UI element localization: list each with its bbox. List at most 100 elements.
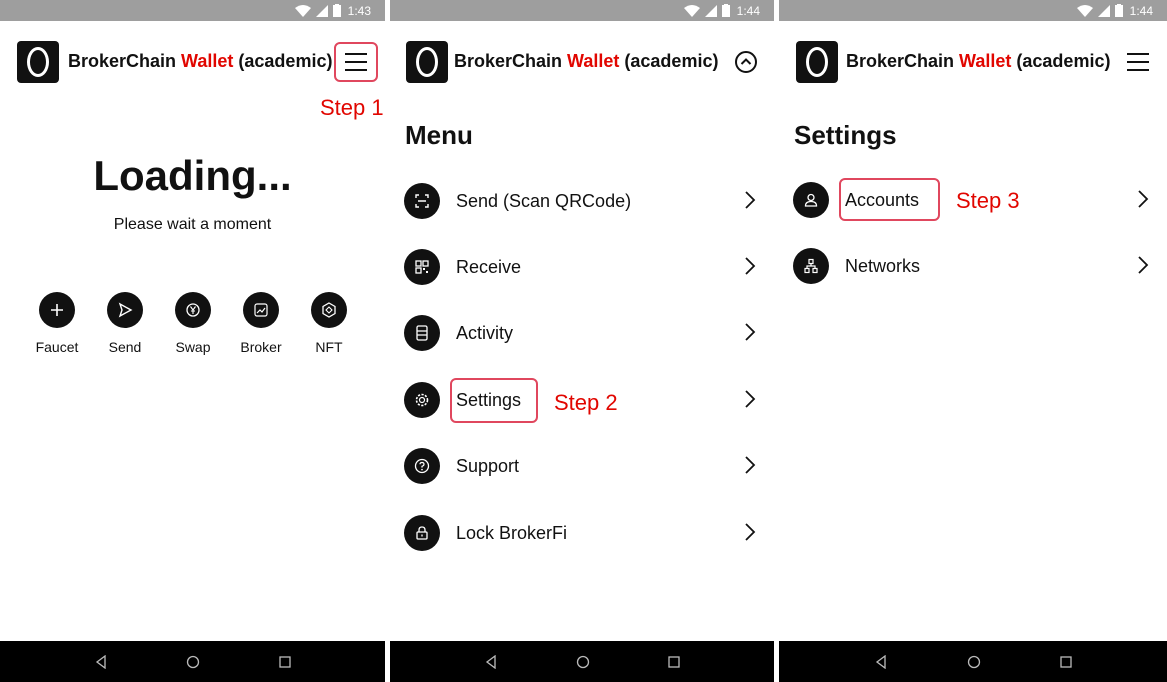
android-nav-bar bbox=[390, 641, 774, 682]
brand-suffix: (academic) bbox=[238, 51, 333, 71]
user-icon bbox=[793, 182, 829, 218]
menu-item-label: Receive bbox=[456, 256, 522, 277]
nft-action[interactable]: NFT bbox=[300, 292, 358, 355]
menu-item-label: Support bbox=[456, 455, 520, 476]
app-title: BrokerChain Wallet (academic) bbox=[68, 51, 332, 72]
back-icon[interactable] bbox=[874, 654, 888, 669]
chevron-right-icon bbox=[745, 456, 756, 474]
qrcode-icon bbox=[404, 249, 440, 285]
collapse-menu-icon[interactable] bbox=[734, 50, 758, 74]
hamburger-menu-button[interactable] bbox=[1122, 46, 1154, 78]
help-icon bbox=[404, 448, 440, 484]
step1-highlight bbox=[334, 42, 378, 82]
step3-highlight bbox=[839, 178, 940, 221]
send-label: Send bbox=[108, 339, 142, 355]
brand-accent: Wallet bbox=[959, 51, 1012, 71]
menu-item-receive[interactable]: Receive bbox=[404, 247, 760, 287]
android-nav-bar bbox=[779, 641, 1167, 682]
app-bar: BrokerChain Wallet (academic) bbox=[779, 21, 1167, 101]
swap-label: Swap bbox=[175, 339, 211, 355]
app-bar: BrokerChain Wallet (academic) bbox=[0, 21, 385, 101]
battery-icon bbox=[721, 4, 730, 17]
menu-item-lock[interactable]: Lock BrokerFi bbox=[404, 513, 760, 553]
status-bar: 1:44 bbox=[390, 0, 774, 21]
status-time: 1:44 bbox=[1129, 3, 1153, 18]
signal-icon bbox=[1097, 4, 1110, 17]
battery-icon bbox=[332, 4, 341, 17]
app-logo bbox=[17, 41, 59, 83]
menu-item-support[interactable]: Support bbox=[404, 446, 760, 486]
app-logo bbox=[796, 41, 838, 83]
send-action[interactable]: Send bbox=[96, 292, 154, 355]
step2-highlight bbox=[450, 378, 538, 423]
brand-name: BrokerChain bbox=[68, 51, 177, 71]
app-logo bbox=[406, 41, 448, 83]
lock-icon bbox=[404, 515, 440, 551]
swap-action[interactable]: Swap bbox=[164, 292, 222, 355]
step-3-label: Step 3 bbox=[956, 188, 1020, 213]
activity-list-icon bbox=[404, 315, 440, 351]
menu-screen: 1:44 BrokerChain Wallet (academic) Menu … bbox=[390, 0, 774, 682]
settings-item-label: Networks bbox=[845, 255, 921, 276]
broker-label: Broker bbox=[240, 339, 282, 355]
swap-yen-icon bbox=[175, 292, 211, 328]
loading-screen: 1:43 BrokerChain Wallet (academic) Step … bbox=[0, 0, 385, 682]
status-bar: 1:43 bbox=[0, 0, 385, 21]
plus-icon bbox=[39, 292, 75, 328]
network-icon bbox=[793, 248, 829, 284]
battery-icon bbox=[1114, 4, 1123, 17]
back-icon[interactable] bbox=[94, 654, 108, 669]
step-1-label: Step 1 bbox=[320, 95, 384, 120]
brand-suffix: (academic) bbox=[624, 51, 719, 71]
recents-icon[interactable] bbox=[668, 655, 680, 668]
nft-label: NFT bbox=[315, 339, 343, 355]
wifi-icon bbox=[294, 4, 311, 17]
chevron-right-icon bbox=[1138, 256, 1149, 274]
wifi-icon bbox=[1076, 4, 1093, 17]
menu-item-send[interactable]: Send (Scan QRCode) bbox=[404, 181, 760, 221]
android-nav-bar bbox=[0, 641, 385, 682]
status-time: 1:43 bbox=[347, 3, 371, 18]
settings-screen: 1:44 BrokerChain Wallet (academic) Setti… bbox=[779, 0, 1167, 682]
broker-action[interactable]: Broker bbox=[232, 292, 290, 355]
brand-accent: Wallet bbox=[567, 51, 620, 71]
brand-suffix: (academic) bbox=[1016, 51, 1111, 71]
nft-icon bbox=[311, 292, 347, 328]
menu-item-label: Lock BrokerFi bbox=[456, 522, 568, 543]
faucet-action[interactable]: Faucet bbox=[28, 292, 86, 355]
quick-actions: Faucet Send Swap Broker NFT bbox=[28, 292, 358, 355]
app-bar: BrokerChain Wallet (academic) bbox=[390, 21, 774, 101]
chevron-right-icon bbox=[745, 523, 756, 541]
signal-icon bbox=[315, 4, 328, 17]
faucet-label: Faucet bbox=[35, 339, 79, 355]
scan-icon bbox=[404, 183, 440, 219]
step-2-label: Step 2 bbox=[554, 390, 618, 415]
app-title: BrokerChain Wallet (academic) bbox=[846, 51, 1110, 72]
chevron-right-icon bbox=[745, 323, 756, 341]
app-title: BrokerChain Wallet (academic) bbox=[454, 51, 718, 72]
menu-item-label: Activity bbox=[456, 322, 514, 343]
home-icon[interactable] bbox=[186, 655, 200, 669]
menu-title: Menu bbox=[405, 120, 473, 150]
menu-item-activity[interactable]: Activity bbox=[404, 313, 760, 353]
brand-name: BrokerChain bbox=[846, 51, 955, 71]
settings-item-networks[interactable]: Networks bbox=[793, 246, 1153, 286]
brand-name: BrokerChain bbox=[454, 51, 563, 71]
settings-title: Settings bbox=[794, 120, 897, 150]
chart-icon bbox=[243, 292, 279, 328]
chevron-right-icon bbox=[745, 257, 756, 275]
send-icon bbox=[107, 292, 143, 328]
back-icon[interactable] bbox=[484, 654, 498, 669]
home-icon[interactable] bbox=[967, 655, 981, 669]
brand-accent: Wallet bbox=[181, 51, 234, 71]
chevron-right-icon bbox=[745, 191, 756, 209]
status-time: 1:44 bbox=[736, 3, 760, 18]
gear-icon bbox=[404, 382, 440, 418]
loading-title: Loading... bbox=[93, 152, 292, 199]
recents-icon[interactable] bbox=[1060, 655, 1072, 668]
signal-icon bbox=[704, 4, 717, 17]
home-icon[interactable] bbox=[576, 655, 590, 669]
recents-icon[interactable] bbox=[279, 655, 291, 668]
menu-item-label: Send (Scan QRCode) bbox=[456, 190, 632, 211]
chevron-right-icon bbox=[1138, 190, 1149, 208]
